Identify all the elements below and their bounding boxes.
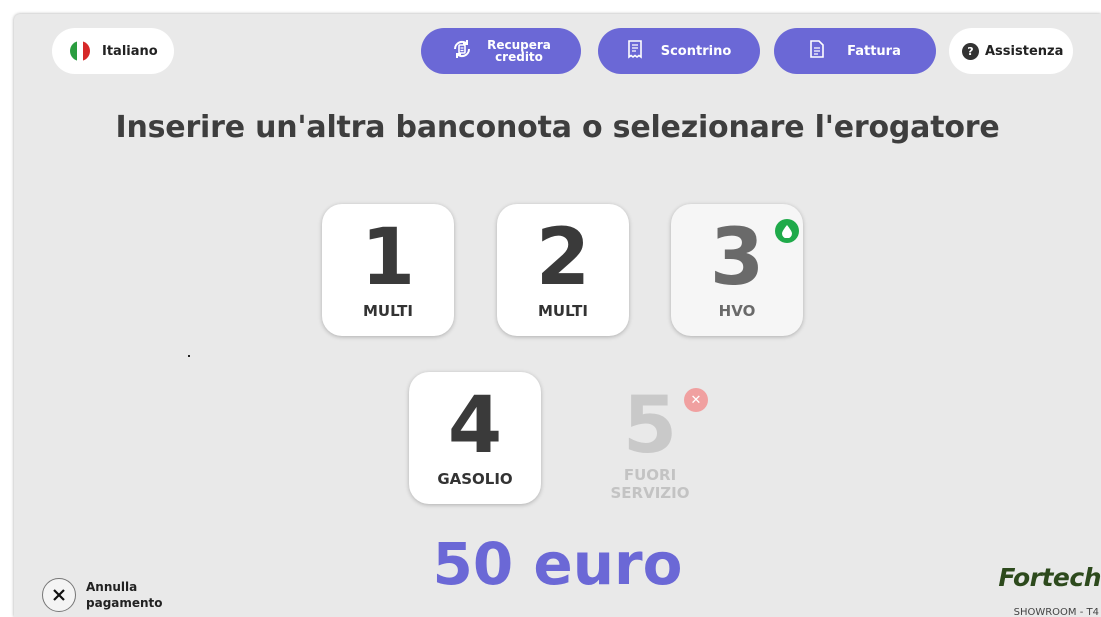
pump-fuel-label: MULTI	[363, 302, 413, 320]
brand-logo: Fortech	[998, 563, 1101, 592]
pump-4-button[interactable]: 4 GASOLIO	[409, 372, 541, 504]
pump-number: 3	[709, 213, 765, 303]
pump-fuel-label: HVO	[718, 302, 756, 320]
pump-1-button[interactable]: 1 MULTI	[322, 204, 454, 336]
out-of-service-icon: ✕	[684, 388, 708, 412]
page-title: Inserire un'altra banconota o selezionar…	[115, 110, 1000, 145]
fattura-label: Fattura	[847, 43, 901, 59]
italy-flag-icon	[70, 41, 90, 61]
pump-number: 1	[360, 213, 416, 303]
help-icon: ?	[962, 42, 979, 60]
kiosk-screen: Italiano Recupera credito Scontrino Fatt…	[14, 14, 1101, 617]
available-drop-icon	[775, 219, 799, 243]
screen-speck	[188, 355, 190, 357]
pump-fuel-label: GASOLIO	[437, 470, 513, 488]
pump-status-line2: SERVIZIO	[610, 484, 690, 502]
invoice-icon	[809, 39, 825, 63]
language-label: Italiano	[102, 43, 158, 59]
credit-amount: 50 euro	[432, 530, 683, 598]
scontrino-button[interactable]: Scontrino	[598, 28, 760, 74]
recupera-credito-button[interactable]: Recupera credito	[421, 28, 581, 74]
assistenza-label: Assistenza	[985, 43, 1064, 59]
pump-status-label: FUORI SERVIZIO	[611, 466, 690, 502]
language-button[interactable]: Italiano	[52, 28, 174, 74]
cancel-payment-button[interactable]: Annulla pagamento	[42, 578, 163, 612]
receipt-icon	[627, 39, 643, 63]
pump-number: 2	[535, 213, 591, 303]
pump-fuel-label: MULTI	[538, 302, 588, 320]
station-name: SHOWROOM - T4	[1013, 607, 1099, 617]
credit-refresh-icon	[451, 38, 473, 64]
cancel-payment-label: Annulla pagamento	[86, 579, 163, 611]
pump-status-line1: FUORI	[623, 466, 677, 484]
pump-2-button[interactable]: 2 MULTI	[497, 204, 629, 336]
cancel-line2: pagamento	[86, 596, 163, 610]
pump-number: 4	[447, 381, 503, 471]
recupera-label-line2: credito	[495, 50, 543, 64]
scontrino-label: Scontrino	[660, 43, 732, 59]
fattura-button[interactable]: Fattura	[774, 28, 936, 74]
pump-number: 5	[622, 381, 678, 471]
assistenza-button[interactable]: ? Assistenza	[949, 28, 1073, 74]
recupera-credito-label: Recupera credito	[487, 39, 551, 63]
cancel-line1: Annulla	[86, 580, 138, 594]
close-icon	[42, 578, 76, 612]
